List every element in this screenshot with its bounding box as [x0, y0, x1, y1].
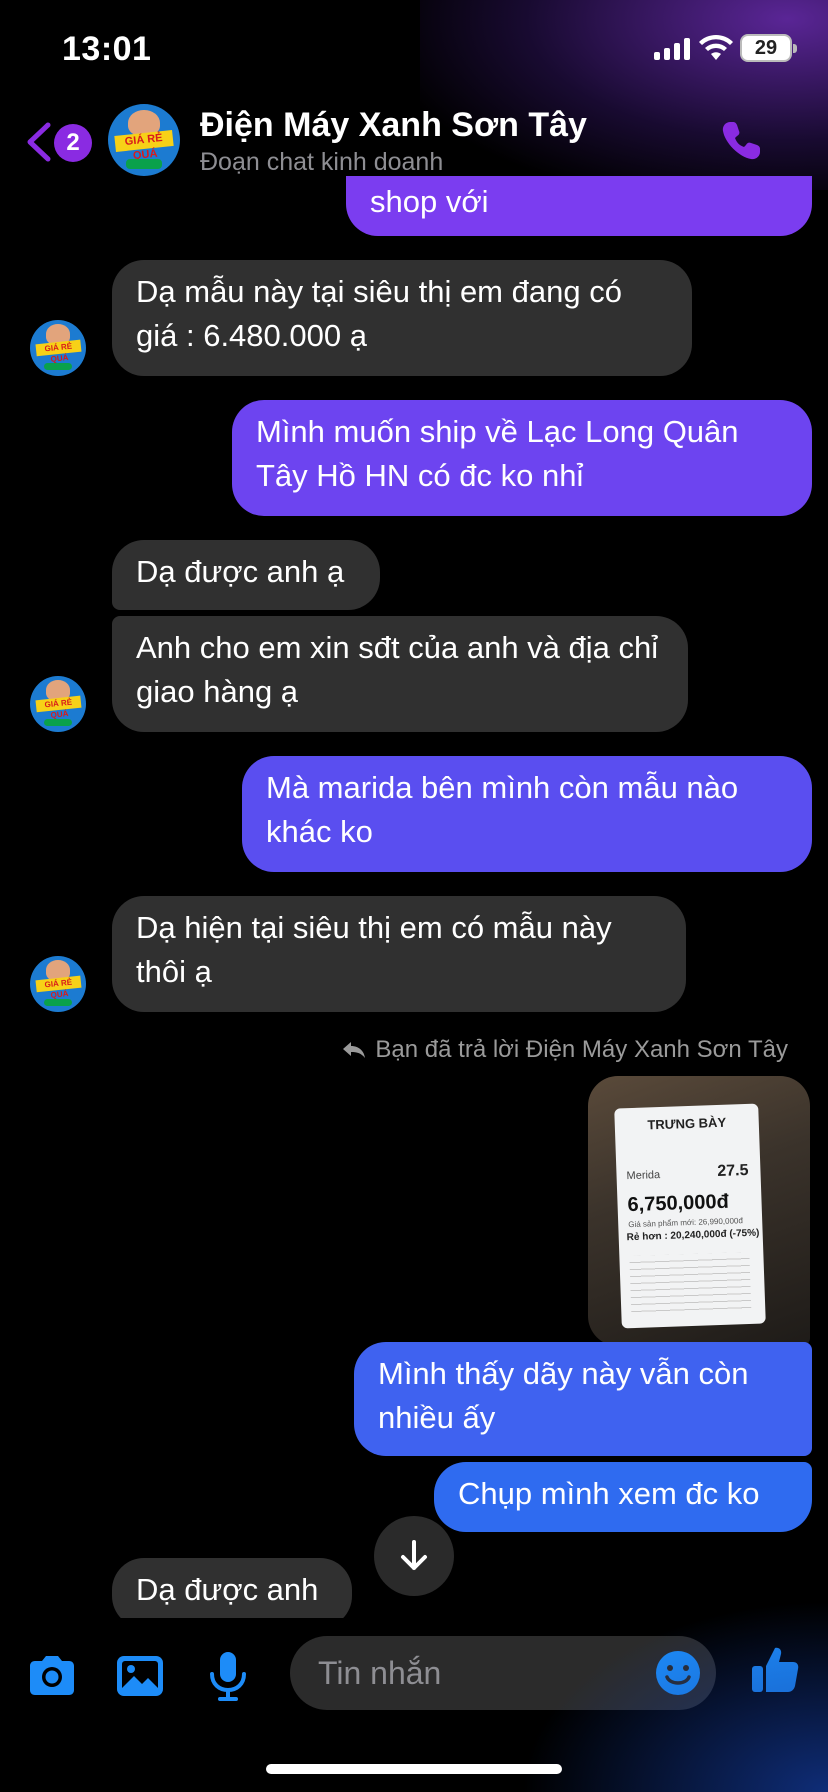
avatar-logo-text: GIÁ RẺ QUÁ [35, 696, 81, 720]
message-text: Chụp mình xem đc ko [458, 1476, 760, 1511]
reply-note-text: Bạn đã trả lời Điện Máy Xanh Sơn Tây [375, 1036, 788, 1063]
message-bubble-outgoing[interactable]: Mình thấy dãy này vẫn còn nhiều ấy [354, 1342, 812, 1456]
phone-icon[interactable] [716, 116, 766, 166]
message-text: Anh cho em xin sđt của anh và địa chỉ gi… [136, 630, 659, 709]
avatar-logo-text: GIÁ RẺ QUÁ [35, 976, 81, 1000]
message-bubble-incoming[interactable]: Dạ mẫu này tại siêu thị em đang có giá :… [112, 260, 692, 376]
message-text: Mình thấy dãy này vẫn còn nhiều ấy [378, 1356, 749, 1435]
message-text: Dạ được anh ạ [136, 554, 345, 589]
message-bubble-outgoing[interactable]: Mà marida bên mình còn mẫu nào khác ko [242, 756, 812, 872]
message-text: Mình muốn ship về Lạc Long Quân Tây Hồ H… [256, 414, 739, 493]
status-time: 13:01 [62, 30, 152, 68]
camera-icon[interactable] [24, 1648, 80, 1704]
page-title[interactable]: Điện Máy Xanh Sơn Tây [200, 106, 587, 145]
microphone-icon[interactable] [200, 1648, 256, 1704]
gallery-icon[interactable] [112, 1648, 168, 1704]
tag-price: 6,750,000đ [627, 1190, 730, 1217]
home-indicator [266, 1764, 562, 1774]
back-button[interactable]: 2 [24, 118, 96, 164]
avatar[interactable]: GIÁ RẺ QUÁ [30, 956, 86, 1012]
reply-note: Bạn đã trả lời Điện Máy Xanh Sơn Tây [341, 1036, 788, 1064]
wifi-icon [699, 34, 733, 60]
message-bubble-outgoing[interactable]: shop với [346, 176, 812, 236]
tag-size: 27.5 [717, 1161, 749, 1181]
scroll-to-bottom-button[interactable] [374, 1516, 454, 1596]
avatar-logo-text: GIÁ RẺ QUÁ [35, 340, 81, 364]
chat-header: 2 GIÁ RẺ QUÁ Điện Máy Xanh Sơn Tây Đoạn … [0, 100, 828, 184]
avatar-logo-text: GIÁ RẺ QUÁ [114, 129, 174, 162]
tag-fineprint [629, 1251, 752, 1317]
tag-save: Rẻ hơn : 20,240,000đ (-75%) [626, 1227, 760, 1244]
reply-arrow-icon [343, 1042, 366, 1058]
avatar[interactable]: GIÁ RẺ QUÁ [108, 104, 180, 176]
message-input[interactable] [318, 1636, 638, 1710]
chevron-left-icon [27, 122, 51, 162]
price-tag: TRƯNG BÀY Merida 27.5 6,750,000đ Giá sản… [614, 1103, 766, 1329]
message-text: Dạ mẫu này tại siêu thị em đang có giá :… [136, 274, 622, 353]
message-text: Mà marida bên mình còn mẫu nào khác ko [266, 770, 739, 849]
status-bar: 13:01 29 [0, 0, 828, 100]
message-bubble-outgoing[interactable]: Mình muốn ship về Lạc Long Quân Tây Hồ H… [232, 400, 812, 516]
tag-sub: Giá sản phẩm mới: 26,990,000đ [628, 1216, 744, 1230]
thumbs-up-icon[interactable] [748, 1642, 804, 1698]
message-input-container[interactable] [290, 1636, 716, 1710]
message-text: shop với [370, 184, 489, 219]
product-photo[interactable]: TRƯNG BÀY Merida 27.5 6,750,000đ Giá sản… [588, 1076, 810, 1346]
tag-name: Merida [626, 1169, 661, 1183]
cellular-signal-icon [654, 36, 690, 60]
message-bubble-incoming[interactable]: Dạ được anh ạ [112, 540, 380, 610]
arrow-down-icon [401, 1540, 427, 1570]
message-bubble-incoming[interactable]: Dạ hiện tại siêu thị em có mẫu này thôi … [112, 896, 686, 1012]
unread-badge: 2 [54, 124, 92, 162]
avatar[interactable]: GIÁ RẺ QUÁ [30, 320, 86, 376]
message-bubble-outgoing[interactable]: Chụp mình xem đc ko [434, 1462, 812, 1532]
tag-title: TRƯNG BÀY [647, 1114, 727, 1133]
emoji-icon[interactable] [652, 1647, 704, 1699]
battery-indicator: 29 [740, 34, 797, 62]
message-bubble-incoming[interactable]: Anh cho em xin sđt của anh và địa chỉ gi… [112, 616, 688, 732]
page-subtitle: Đoạn chat kinh doanh [200, 148, 444, 176]
message-text: Dạ được anh [136, 1572, 319, 1607]
avatar[interactable]: GIÁ RẺ QUÁ [30, 676, 86, 732]
message-text: Dạ hiện tại siêu thị em có mẫu này thôi … [136, 910, 612, 989]
